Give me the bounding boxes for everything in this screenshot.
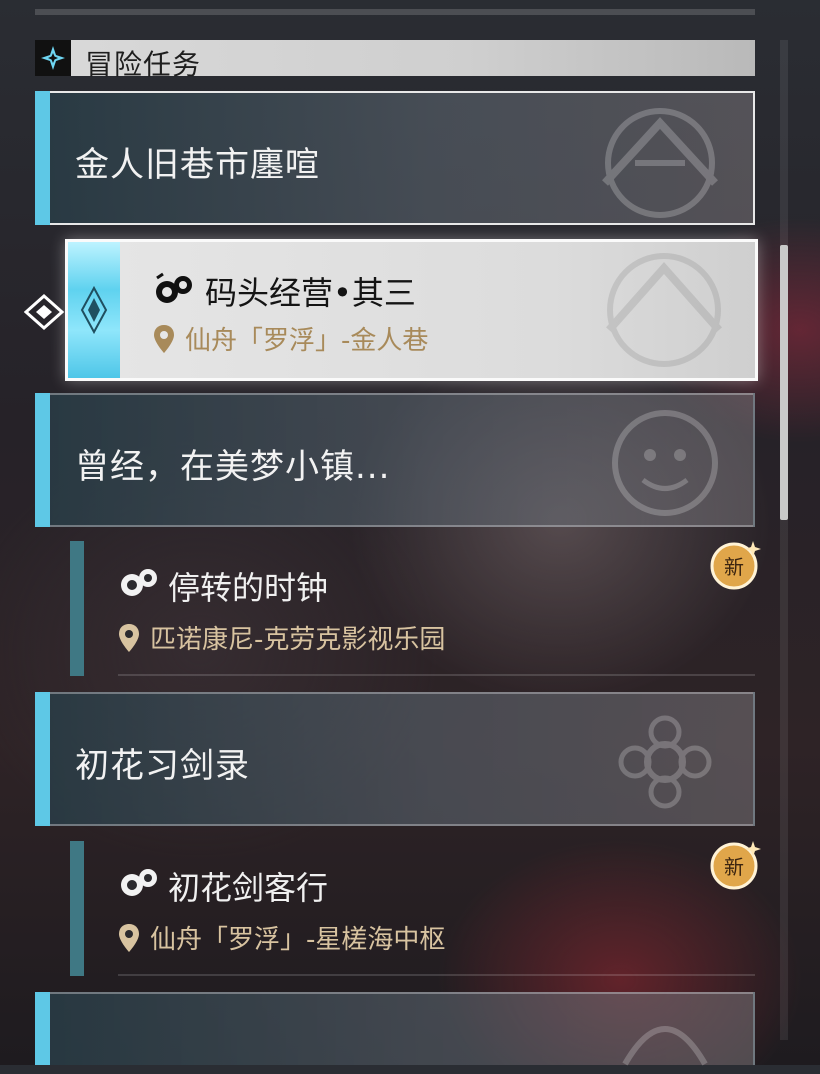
- new-badge: 新: [710, 841, 761, 890]
- quest-item[interactable]: 停转的时钟 匹诺康尼-克劳克影视乐园 新: [70, 541, 761, 676]
- quest-divider: [118, 674, 755, 676]
- flower-emblem-icon: [618, 715, 712, 809]
- clown-emblem-icon: [612, 410, 718, 516]
- quest-location: 匹诺康尼-克劳克影视乐园: [150, 625, 446, 655]
- bird-emblem-icon: [606, 253, 722, 367]
- quest-location: 仙舟「罗浮」-金人巷: [185, 326, 429, 356]
- location-pin-icon: [119, 624, 139, 652]
- adventure-quest-icon: [156, 272, 192, 303]
- adventure-quest-icon: [121, 869, 157, 896]
- top-divider: [35, 9, 755, 15]
- quest-divider: [118, 974, 755, 976]
- svg-text:新: 新: [724, 555, 744, 579]
- adventure-quest-icon: [121, 569, 157, 596]
- section-title: 冒险任务: [85, 48, 202, 81]
- quest-title: 码头经营•其三: [205, 274, 416, 312]
- location-pin-icon: [119, 924, 139, 952]
- quest-group-partial[interactable]: [35, 992, 755, 1066]
- group-accent-bar: [35, 992, 50, 1065]
- quest-item[interactable]: 初花剑客行 仙舟「罗浮」-星槎海中枢 新: [70, 841, 761, 976]
- quest-title: 初花剑客行: [168, 869, 329, 907]
- group-title: 金人旧巷市廛喧: [75, 145, 320, 185]
- sparkle-icon: [35, 40, 71, 76]
- quest-accent-bar: [70, 841, 84, 976]
- group-accent-bar: [35, 393, 50, 527]
- chef-emblem-icon: [622, 1026, 708, 1066]
- group-accent-bar: [35, 692, 50, 826]
- crystal-icon: [68, 242, 120, 378]
- quest-group-dream-town[interactable]: 曾经，在美梦小镇...: [35, 393, 755, 527]
- quest-group-sword[interactable]: 初花习剑录: [35, 692, 755, 826]
- selection-pointer-icon: [24, 293, 65, 331]
- svg-text:新: 新: [724, 855, 744, 879]
- section-header: 冒险任务: [35, 40, 755, 81]
- bird-emblem-icon: [602, 108, 718, 218]
- quest-accent-bar: [70, 541, 84, 676]
- location-pin-icon: [154, 325, 174, 353]
- scrollbar-track[interactable]: [780, 40, 788, 1040]
- group-accent-bar: [35, 91, 50, 225]
- group-title: 初花习剑录: [75, 746, 250, 786]
- quest-location: 仙舟「罗浮」-星槎海中枢: [150, 925, 446, 955]
- scrollbar-thumb[interactable]: [780, 245, 788, 520]
- new-badge: 新: [710, 541, 761, 590]
- group-title: 曾经，在美梦小镇...: [75, 447, 391, 487]
- quest-group-jinren[interactable]: 金人旧巷市廛喧: [35, 91, 755, 225]
- quest-title: 停转的时钟: [168, 569, 329, 607]
- quest-item-selected[interactable]: 码头经营•其三 仙舟「罗浮」-金人巷: [65, 239, 758, 381]
